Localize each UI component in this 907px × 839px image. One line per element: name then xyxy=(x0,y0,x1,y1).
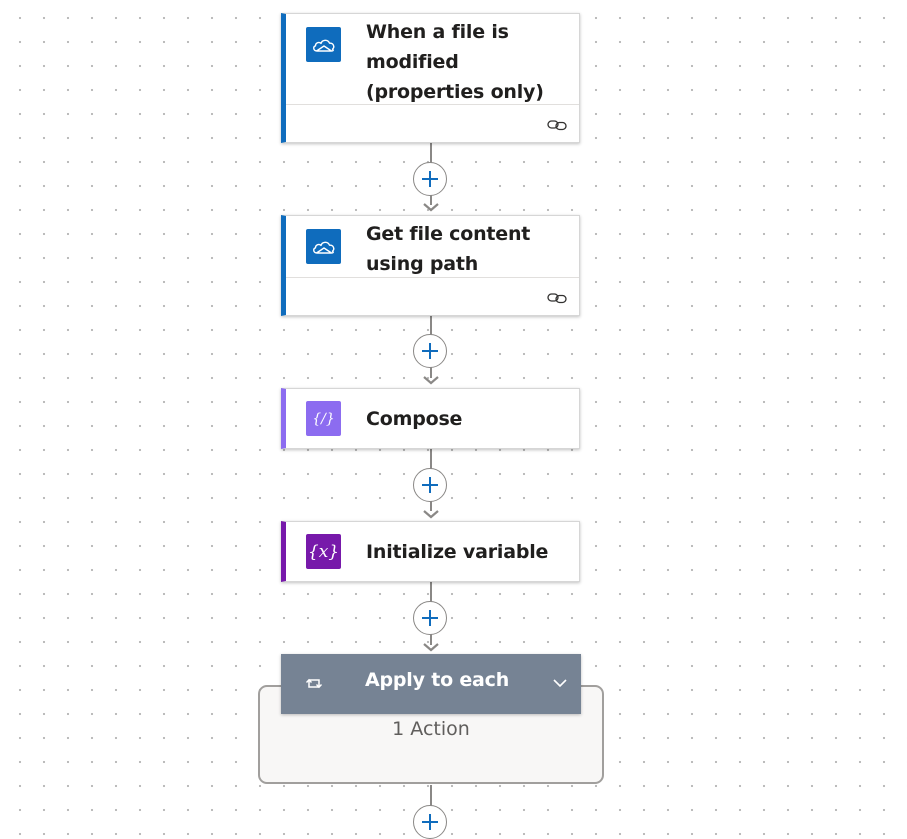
insert-step-button[interactable] xyxy=(413,162,447,196)
connection-link-icon[interactable] xyxy=(547,291,567,305)
chevron-down-icon[interactable] xyxy=(552,677,568,689)
insert-step-button[interactable] xyxy=(413,805,447,839)
insert-step-button[interactable] xyxy=(413,334,447,368)
arrow-down-icon xyxy=(423,643,439,652)
step-title: When a file is modified (properties only… xyxy=(366,21,544,103)
step-title: Compose xyxy=(366,408,463,430)
action-card-get-file-content[interactable]: Get file content using path xyxy=(281,215,580,316)
plus-icon xyxy=(422,171,438,187)
scope-action-count[interactable]: 1 Action xyxy=(258,718,604,740)
action-card-compose[interactable]: {∕} Compose xyxy=(281,388,580,449)
arrow-down-icon xyxy=(423,510,439,519)
plus-icon xyxy=(422,610,438,626)
scope-title: Apply to each xyxy=(365,669,510,691)
trigger-card-file-modified[interactable]: When a file is modified (properties only… xyxy=(281,13,580,143)
arrow-down-icon xyxy=(423,376,439,385)
flow-designer-canvas: When a file is modified (properties only… xyxy=(0,0,907,839)
loop-icon xyxy=(305,678,323,689)
onedrive-cloud-icon xyxy=(306,27,341,62)
apply-to-each-header[interactable]: Apply to each xyxy=(281,654,581,714)
compose-braces-icon: {∕} xyxy=(306,401,341,436)
onedrive-cloud-icon xyxy=(306,229,341,264)
insert-step-button[interactable] xyxy=(413,468,447,502)
arrow-down-icon xyxy=(423,203,439,212)
plus-icon xyxy=(422,343,438,359)
step-title: Initialize variable xyxy=(366,541,549,563)
card-footer xyxy=(286,104,579,142)
card-footer xyxy=(286,277,579,315)
step-title: Get file content using path xyxy=(366,223,531,275)
plus-icon xyxy=(422,477,438,493)
variable-x-icon: {x} xyxy=(306,534,341,569)
plus-icon xyxy=(422,814,438,830)
connection-link-icon[interactable] xyxy=(547,118,567,132)
action-card-initialize-variable[interactable]: {x} Initialize variable xyxy=(281,521,580,582)
insert-step-button[interactable] xyxy=(413,601,447,635)
